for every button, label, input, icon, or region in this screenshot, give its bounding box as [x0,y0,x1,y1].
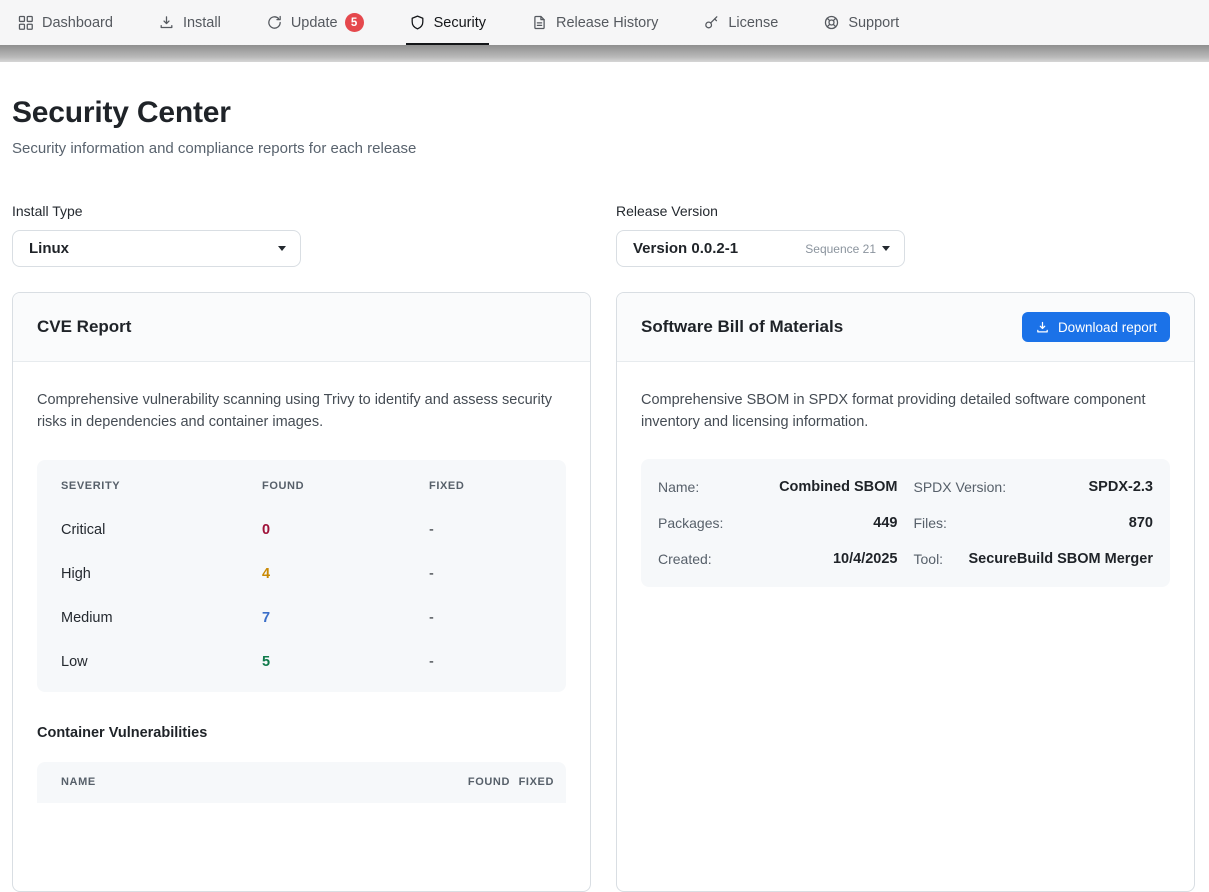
detail-value: SPDX-2.3 [1089,479,1153,495]
table-row: Medium 7 - [61,596,542,640]
nav-tab-support[interactable]: Support [823,0,899,45]
detail-value: 449 [873,515,897,531]
install-icon [158,14,175,31]
found-count: 5 [262,654,429,670]
page-title: Security Center [12,96,1195,130]
nav-tab-label: Update [291,15,338,31]
found-col-header: FOUND [424,776,510,788]
nav-tab-label: Dashboard [42,15,113,31]
key-icon [703,14,720,31]
release-history-icon [531,14,548,31]
chevron-down-icon [278,246,286,251]
update-count-badge: 5 [345,13,364,32]
found-count: 4 [262,566,429,582]
nav-tab-update[interactable]: Update 5 [266,0,364,45]
detail-value: SecureBuild SBOM Merger [968,551,1153,567]
table-row: High 4 - [61,552,542,596]
detail-value: 870 [1129,515,1153,531]
sequence-label: Sequence 21 [805,242,876,256]
nav-tab-dashboard[interactable]: Dashboard [17,0,113,45]
severity-table-header: SEVERITY FOUND FIXED [61,464,542,508]
cve-report-header: CVE Report [13,293,590,362]
download-icon [1035,320,1050,335]
nav-tab-label: Support [848,15,899,31]
sbom-body: Comprehensive SBOM in SPDX format provid… [617,362,1194,615]
release-version-field: Release Version Version 0.0.2-1 Sequence… [616,203,1195,267]
cve-report-title: CVE Report [37,317,131,337]
scroll-shadow-band [0,45,1209,62]
severity-name: Low [61,654,262,670]
sbom-details-table: Name: Combined SBOM SPDX Version: SPDX-2… [641,459,1170,587]
fixed-count: - [429,522,542,538]
install-type-value: Linux [29,240,69,257]
detail-label: Packages: [658,515,723,531]
sbom-description: Comprehensive SBOM in SPDX format provid… [641,390,1170,434]
main-content: Security Center Security information and… [0,96,1209,892]
update-icon [266,14,283,31]
severity-table: SEVERITY FOUND FIXED Critical 0 - High 4… [37,460,566,692]
detail-label: Files: [914,515,947,531]
nav-tab-label: License [728,15,778,31]
install-type-select[interactable]: Linux [12,230,301,267]
download-report-label: Download report [1058,320,1157,335]
fixed-col-header: FIXED [429,480,542,492]
detail-label: Tool: [914,551,944,567]
cve-report-card: CVE Report Comprehensive vulnerability s… [12,292,591,892]
top-nav: Dashboard Install Update 5 Security Rele… [0,0,1209,45]
nav-tab-install[interactable]: Install [158,0,221,45]
detail-label: SPDX Version: [914,479,1007,495]
chevron-down-icon [882,246,890,251]
severity-name: Medium [61,610,262,626]
fixed-count: - [429,654,542,670]
detail-label: Created: [658,551,712,567]
download-report-button[interactable]: Download report [1022,312,1170,342]
release-version-label: Release Version [616,203,1195,219]
nav-tab-label: Release History [556,15,658,31]
nav-tab-release-history[interactable]: Release History [531,0,658,45]
release-version-value: Version 0.0.2-1 [633,240,738,257]
found-count: 7 [262,610,429,626]
severity-name: Critical [61,522,262,538]
sbom-title: Software Bill of Materials [641,317,843,337]
found-col-header: FOUND [262,480,429,492]
cve-report-body: Comprehensive vulnerability scanning usi… [13,362,590,831]
found-count: 0 [262,522,429,538]
fixed-col-header: FIXED [510,776,554,788]
dashboard-icon [17,14,34,31]
cve-report-description: Comprehensive vulnerability scanning usi… [37,390,566,434]
nav-tab-label: Install [183,15,221,31]
table-row: Low 5 - [61,640,542,684]
install-type-label: Install Type [12,203,591,219]
sbom-card: Software Bill of Materials Download repo… [616,292,1195,892]
severity-name: High [61,566,262,582]
table-row: Name: Combined SBOM SPDX Version: SPDX-2… [658,469,1153,505]
detail-value: Combined SBOM [779,479,897,495]
fixed-count: - [429,566,542,582]
severity-col-header: SEVERITY [61,480,262,492]
nav-tab-license[interactable]: License [703,0,778,45]
detail-value: 10/4/2025 [833,551,898,567]
filters-row: Install Type Linux Release Version Versi… [12,203,1195,267]
page-subtitle: Security information and compliance repo… [12,140,1195,157]
nav-tab-security[interactable]: Security [409,0,486,45]
detail-label: Name: [658,479,699,495]
fixed-count: - [429,610,542,626]
container-vulnerabilities-header: NAME FOUND FIXED [37,762,566,803]
release-version-select[interactable]: Version 0.0.2-1 Sequence 21 [616,230,905,267]
table-row: Created: 10/4/2025 Tool: SecureBuild SBO… [658,541,1153,577]
install-type-field: Install Type Linux [12,203,591,267]
table-row: Critical 0 - [61,508,542,552]
table-row: Packages: 449 Files: 870 [658,505,1153,541]
container-vulnerabilities-title: Container Vulnerabilities [37,725,566,741]
lifebuoy-icon [823,14,840,31]
sbom-header: Software Bill of Materials Download repo… [617,293,1194,362]
name-col-header: NAME [61,776,424,788]
shield-icon [409,14,426,31]
cards-grid: CVE Report Comprehensive vulnerability s… [12,292,1195,892]
nav-tab-label: Security [434,15,486,31]
